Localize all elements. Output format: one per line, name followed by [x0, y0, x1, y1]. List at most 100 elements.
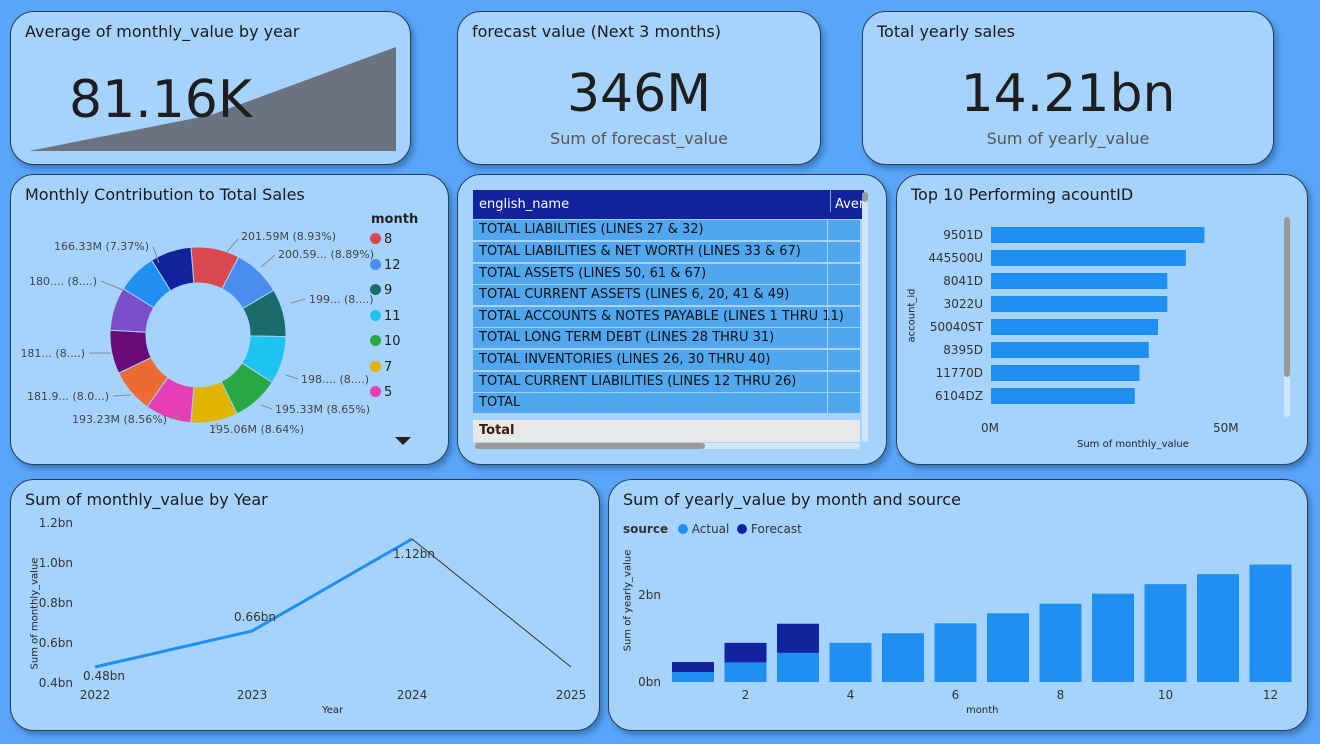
stacked-ylabel: Sum of yearly_value [622, 549, 634, 652]
line-series-trend [411, 538, 572, 668]
stacked-bar-actual [672, 671, 714, 682]
forecast-subtitle: Sum of forecast_value [550, 129, 728, 148]
stacked-bar-actual [829, 642, 872, 682]
stacked-bar-actual [1144, 584, 1187, 682]
table-card[interactable]: english_name Avera TOTAL LIABILITIES (LI… [457, 174, 887, 465]
col-average-header[interactable]: Avera [830, 190, 864, 212]
legend-scroll-down-icon[interactable] [395, 437, 411, 445]
top10-category-label: 6104DZ [935, 389, 983, 403]
row-label: TOTAL ACCOUNTS & NOTES PAYABLE (LINES 1 … [479, 309, 844, 324]
legend-label: 10 [384, 334, 401, 349]
avg-monthly-card[interactable]: Average of monthly_value by year 81.16K [10, 11, 411, 165]
donut-legend-title: month [371, 212, 419, 227]
legend-item-month[interactable]: 8 [370, 232, 392, 247]
table-row[interactable]: TOTAL LONG TERM DEBT (LINES 28 THRU 31) [473, 328, 860, 350]
row-label: TOTAL CURRENT ASSETS (LINES 6, 20, 41 & … [479, 287, 790, 302]
table-row[interactable]: TOTAL [473, 393, 860, 415]
legend-item-month[interactable]: 10 [370, 334, 401, 349]
stacked-card[interactable]: Sum of yearly_value by month and source … [608, 479, 1308, 731]
table-row[interactable]: TOTAL INVENTORIES (LINES 26, 30 THRU 40) [473, 350, 860, 372]
table-row[interactable]: TOTAL CURRENT ASSETS (LINES 6, 20, 41 & … [473, 285, 860, 307]
stacked-x-tick: 2 [742, 688, 750, 702]
donut-leader-line [225, 238, 239, 254]
top10-bar [991, 227, 1205, 243]
col-english-name-header[interactable]: english_name [479, 197, 569, 212]
line-y-tick: 1.0bn [39, 556, 73, 570]
top10-ylabel: account_id [906, 288, 918, 343]
top10-category-label: 445500U [928, 251, 983, 265]
line-series-actual [94, 537, 413, 669]
stacked-x-tick: 6 [952, 688, 960, 702]
legend-label: 8 [384, 232, 393, 247]
stacked-bar-actual [777, 652, 819, 682]
yearly-card[interactable]: Total yearly sales 14.21bn Sum of yearly… [862, 11, 1274, 165]
table-vertical-scrollbar[interactable] [862, 192, 868, 442]
top10-scroll-thumb[interactable] [1284, 217, 1290, 377]
legend-item-month[interactable]: 11 [370, 309, 401, 324]
stacked-bar-forecast [672, 661, 714, 672]
stacked-y-tick: 2bn [638, 588, 661, 602]
avg-monthly-value: 81.16K [69, 70, 252, 130]
table-horizontal-scrollbar[interactable] [475, 443, 860, 449]
legend-label: 12 [384, 257, 401, 273]
table-row[interactable]: TOTAL LIABILITIES & NET WORTH (LINES 33 … [473, 242, 860, 264]
line-x-tick: 2023 [237, 688, 268, 702]
donut-data-label: 195.33M (8.65%) [275, 403, 370, 416]
legend-label: 7 [384, 359, 393, 375]
table-horizontal-thumb[interactable] [475, 443, 705, 449]
top10-card[interactable]: Top 10 Performing acountID 9501D 445500U 8… [896, 174, 1308, 465]
line-data-label: 0.48bn [83, 669, 125, 683]
top10-bar [991, 342, 1149, 358]
legend-item-month[interactable]: 5 [370, 385, 392, 400]
stacked-x-tick: 10 [1158, 688, 1173, 702]
donut-leader-line [100, 280, 124, 291]
english-name-table[interactable]: english_name Avera TOTAL LIABILITIES (LI… [473, 190, 864, 448]
legend-item-month[interactable]: 12 [370, 258, 401, 273]
top10-bar-chart[interactable]: 9501D 445500U 8041D 3022U 50040ST 8395D 11770D… [897, 175, 1307, 464]
donut-data-label: 181.9... (8.0...) [27, 390, 109, 403]
donut-card[interactable]: Monthly Contribution to Total Sales 201.… [10, 174, 449, 465]
legend-item-month[interactable]: 9 [370, 283, 392, 298]
top10-bar [991, 319, 1159, 335]
top10-xtick-0: 0M [981, 421, 999, 435]
legend-dot [370, 233, 381, 244]
legend-item-month[interactable]: 7 [370, 360, 392, 375]
line-ylabel: Sum of monthly_value [29, 557, 41, 670]
line-chart[interactable]: 1.2bn 1.0bn 0.8bn 0.6bn 0.4bn 2022 2023 2024 202… [11, 480, 599, 730]
legend-dot [370, 309, 381, 321]
top10-bar [991, 365, 1140, 381]
table-row[interactable]: TOTAL CURRENT LIABILITIES (LINES 12 THRU… [473, 372, 860, 394]
line-y-tick: 0.4bn [39, 676, 73, 690]
donut-data-label: 180.... (8....) [29, 275, 97, 288]
line-y-tick: 1.2bn [39, 516, 73, 530]
legend-dot [370, 386, 381, 397]
stacked-bar-actual [1249, 564, 1292, 682]
line-card[interactable]: Sum of monthly_value by Year 1.2bn 1.0bn 0… [10, 479, 600, 731]
top10-category-label: 50040ST [930, 320, 984, 334]
legend-dot [370, 335, 381, 346]
stacked-bar-actual [934, 623, 977, 682]
top10-xlabel: Sum of monthly_value [1077, 439, 1189, 450]
top10-xtick-1: 50M [1213, 421, 1239, 435]
stacked-bar-actual [1197, 574, 1239, 682]
top10-scrollbar[interactable] [1284, 217, 1290, 417]
donut-leader-line [260, 404, 273, 410]
table-row[interactable]: TOTAL ASSETS (LINES 50, 61 & 67) [473, 264, 860, 286]
table-vertical-thumb[interactable] [862, 192, 868, 202]
table-row[interactable]: TOTAL LIABILITIES (LINES 27 & 32) [473, 220, 860, 242]
donut-leader-line [285, 374, 299, 380]
top10-category-label: 9501D [943, 228, 983, 242]
stacked-bar-actual [882, 633, 924, 682]
legend-label: 9 [384, 283, 393, 298]
donut-data-label: 195.06M (8.64%) [209, 423, 304, 436]
top10-bar [991, 273, 1168, 289]
row-label: TOTAL CURRENT LIABILITIES (LINES 12 THRU… [479, 374, 797, 389]
stacked-bar-chart[interactable]: 2bn 0bn 2 4 6 8 10 12 [609, 480, 1307, 730]
forecast-card[interactable]: forecast value (Next 3 months) 346M Sum … [457, 11, 821, 165]
table-row[interactable]: TOTAL ACCOUNTS & NOTES PAYABLE (LINES 1 … [473, 307, 860, 329]
donut-data-label: 200.59... (8.89%) [278, 248, 374, 261]
total-label: Total [479, 423, 515, 438]
stacked-bar-forecast [724, 642, 767, 663]
row-label: TOTAL [479, 395, 521, 410]
stacked-bar-actual [1092, 593, 1134, 682]
